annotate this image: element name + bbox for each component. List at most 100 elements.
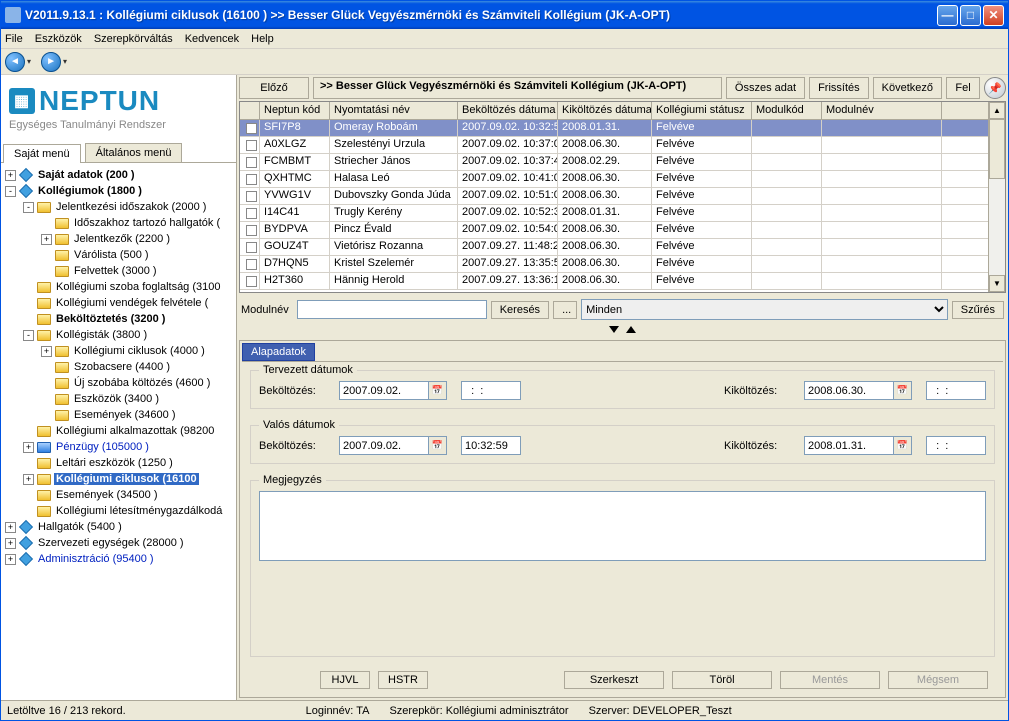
tree-item-bekolt[interactable]: Beköltöztetés (3200 ) <box>1 311 236 327</box>
col-status[interactable]: Kollégiumi státusz <box>652 102 752 119</box>
nav-forward-dropdown[interactable]: ▾ <box>63 57 67 66</box>
tree-toggle-icon[interactable]: + <box>5 170 16 181</box>
save-button[interactable]: Mentés <box>780 671 880 689</box>
nav-forward-button[interactable]: ► <box>41 52 61 72</box>
row-checkbox[interactable] <box>246 225 257 236</box>
filter-select[interactable]: Minden <box>581 299 948 320</box>
tree-item-kollegistak[interactable]: -Kollégisták (3800 ) <box>1 327 236 343</box>
table-row[interactable]: BYDPVAPincz Évald2007.09.02. 10:54:08200… <box>240 222 988 239</box>
tree-item-penzugy[interactable]: +Pénzügy (105000 ) <box>1 439 236 455</box>
row-checkbox[interactable] <box>246 242 257 253</box>
hstr-button[interactable]: HSTR <box>378 671 428 689</box>
table-row[interactable]: FCMBMTStriecher János2007.09.02. 10:37:4… <box>240 154 988 171</box>
tab-general-menu[interactable]: Általános menü <box>85 143 183 162</box>
tree-toggle-icon[interactable]: + <box>41 234 52 245</box>
tab-own-menu[interactable]: Saját menü <box>3 144 81 163</box>
menu-favorites[interactable]: Kedvencek <box>185 33 239 45</box>
table-row[interactable]: H2T360Hännig Herold2007.09.27. 13:36:182… <box>240 273 988 290</box>
splitter[interactable] <box>239 322 1006 338</box>
scroll-down-icon[interactable]: ▼ <box>989 275 1005 292</box>
tree-item-esem34500[interactable]: Események (34500 ) <box>1 487 236 503</box>
tree-toggle-icon[interactable]: - <box>23 202 34 213</box>
search-button[interactable]: Keresés <box>491 301 549 319</box>
close-button[interactable]: ✕ <box>983 5 1004 26</box>
real-in-time[interactable] <box>461 436 521 455</box>
calendar-icon[interactable]: 📅 <box>429 381 447 400</box>
search-input[interactable] <box>297 300 487 319</box>
table-row[interactable]: QXHTMCHalasa Leó2007.09.02. 10:41:082008… <box>240 171 988 188</box>
tree-item-alkalm[interactable]: Kollégiumi alkalmazottak (98200 <box>1 423 236 439</box>
next-button[interactable]: Következő <box>873 77 942 99</box>
table-row[interactable]: SFI7P8Omeray Roboám2007.09.02. 10:32:592… <box>240 120 988 137</box>
menu-role[interactable]: Szerepkörváltás <box>94 33 173 45</box>
calendar-icon[interactable]: 📅 <box>894 436 912 455</box>
tree-item-idoszak[interactable]: Időszakhoz tartozó hallgatók ( <box>1 215 236 231</box>
tree-toggle-icon[interactable]: + <box>23 442 34 453</box>
tree-item-vendeg[interactable]: Kollégiumi vendégek felvétele ( <box>1 295 236 311</box>
col-checkbox[interactable] <box>240 102 260 119</box>
nav-back-button[interactable]: ◄ <box>5 52 25 72</box>
edit-button[interactable]: Szerkeszt <box>564 671 664 689</box>
tree-item-ujszoba[interactable]: Új szobába költözés (4600 ) <box>1 375 236 391</box>
col-movein[interactable]: Beköltözés dátuma <box>458 102 558 119</box>
row-checkbox[interactable] <box>246 174 257 185</box>
tree-toggle-icon[interactable]: - <box>23 330 34 341</box>
all-data-button[interactable]: Összes adat <box>726 77 805 99</box>
tree-item-szerv[interactable]: +Szervezeti egységek (28000 ) <box>1 535 236 551</box>
tree-item-hallgatok[interactable]: +Hallgatók (5400 ) <box>1 519 236 535</box>
cancel-button[interactable]: Mégsem <box>888 671 988 689</box>
planned-out-date[interactable] <box>804 381 894 400</box>
up-button[interactable]: Fel <box>946 77 980 99</box>
tree-item-sajat[interactable]: +Saját adatok (200 ) <box>1 167 236 183</box>
detail-tab-basic[interactable]: Alapadatok <box>242 343 315 361</box>
tree-item-jelent[interactable]: -Jelentkezési időszakok (2000 ) <box>1 199 236 215</box>
planned-in-date[interactable] <box>339 381 429 400</box>
tree-item-szobacsere[interactable]: Szobacsere (4400 ) <box>1 359 236 375</box>
col-name[interactable]: Nyomtatási név <box>330 102 458 119</box>
prev-button[interactable]: Előző <box>239 77 309 99</box>
row-checkbox[interactable] <box>246 259 257 270</box>
tree-toggle-icon[interactable]: + <box>5 522 16 533</box>
scroll-up-icon[interactable]: ▲ <box>989 102 1005 119</box>
table-row[interactable]: D7HQN5Kristel Szelemér2007.09.27. 13:35:… <box>240 256 988 273</box>
planned-out-time[interactable] <box>926 381 986 400</box>
notes-textarea[interactable] <box>259 491 986 561</box>
hjvl-button[interactable]: HJVL <box>320 671 370 689</box>
table-row[interactable]: GOUZ4TVietórisz Rozanna2007.09.27. 11:48… <box>240 239 988 256</box>
menu-tools[interactable]: Eszközök <box>35 33 82 45</box>
tree-item-felvettek[interactable]: Felvettek (3000 ) <box>1 263 236 279</box>
real-in-date[interactable] <box>339 436 429 455</box>
delete-button[interactable]: Töröl <box>672 671 772 689</box>
tree-toggle-icon[interactable]: + <box>41 346 52 357</box>
col-modcode[interactable]: Modulkód <box>752 102 822 119</box>
tree-item-esem34600[interactable]: Események (34600 ) <box>1 407 236 423</box>
calendar-icon[interactable]: 📅 <box>894 381 912 400</box>
tree-item-eszk[interactable]: Eszközök (3400 ) <box>1 391 236 407</box>
col-neptun[interactable]: Neptun kód <box>260 102 330 119</box>
tree-item-varolista[interactable]: Várólista (500 ) <box>1 247 236 263</box>
refresh-button[interactable]: Frissítés <box>809 77 869 99</box>
tree-item-szoba[interactable]: Kollégiumi szoba foglaltság (3100 <box>1 279 236 295</box>
scroll-thumb[interactable] <box>989 119 1005 179</box>
filter-button[interactable]: Szűrés <box>952 301 1004 319</box>
col-modname[interactable]: Modulnév <box>822 102 942 119</box>
menu-help[interactable]: Help <box>251 33 274 45</box>
nav-tree[interactable]: +Saját adatok (200 )-Kollégiumok (1800 )… <box>1 163 236 700</box>
tree-toggle-icon[interactable]: + <box>5 554 16 565</box>
row-checkbox[interactable] <box>246 123 257 134</box>
browse-button[interactable]: ... <box>553 301 577 319</box>
pin-button[interactable]: 📌 <box>984 77 1006 99</box>
tree-toggle-icon[interactable]: + <box>23 474 34 485</box>
row-checkbox[interactable] <box>246 208 257 219</box>
calendar-icon[interactable]: 📅 <box>429 436 447 455</box>
row-checkbox[interactable] <box>246 191 257 202</box>
tree-item-ciklusok16100[interactable]: +Kollégiumi ciklusok (16100 <box>1 471 236 487</box>
minimize-button[interactable]: — <box>937 5 958 26</box>
grid-scrollbar[interactable]: ▲ ▼ <box>988 102 1005 292</box>
planned-in-time[interactable] <box>461 381 521 400</box>
col-moveout[interactable]: Kiköltözés dátuma <box>558 102 652 119</box>
tree-item-jelentk[interactable]: +Jelentkezők (2200 ) <box>1 231 236 247</box>
tree-item-admin[interactable]: +Adminisztráció (95400 ) <box>1 551 236 567</box>
row-checkbox[interactable] <box>246 276 257 287</box>
nav-back-dropdown[interactable]: ▾ <box>27 57 31 66</box>
